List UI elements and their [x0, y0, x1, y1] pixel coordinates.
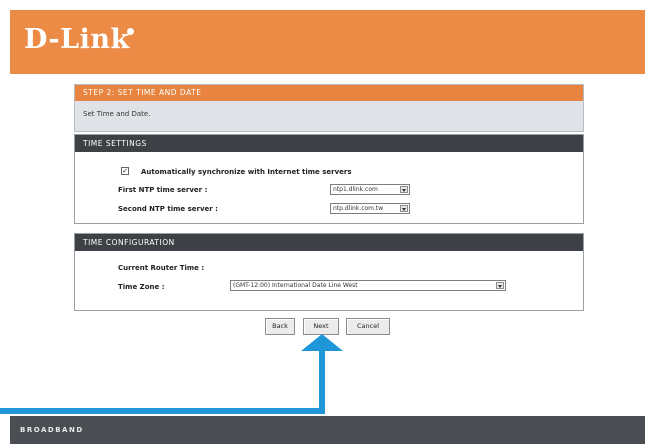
pointer-arrow-icon	[0, 334, 343, 414]
footer-bar: BROADBAND	[10, 416, 645, 444]
footer-brand-text: BROADBAND	[20, 426, 84, 434]
